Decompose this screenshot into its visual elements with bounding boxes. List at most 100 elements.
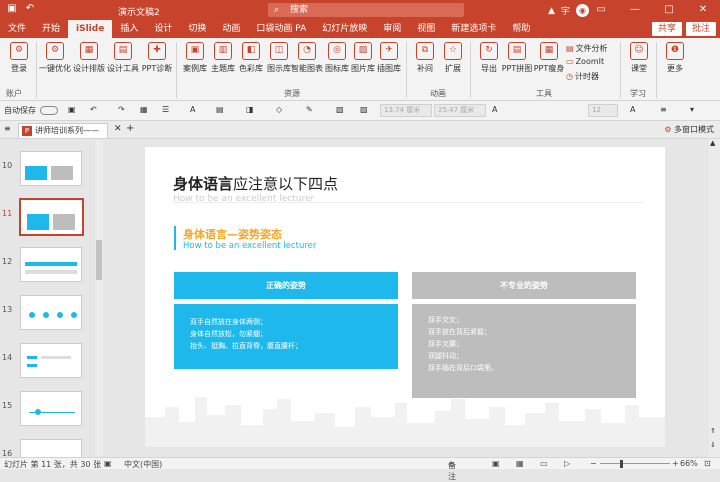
ribbon-display-icon[interactable]: ▭ bbox=[584, 0, 618, 20]
dropdown-icon[interactable]: ▾ bbox=[690, 105, 694, 114]
ribbon-btn-more[interactable]: ❶ 更多 bbox=[658, 42, 692, 74]
reading-view-icon[interactable]: ▭ bbox=[540, 459, 548, 468]
tab-home[interactable]: 开始 bbox=[34, 20, 68, 38]
layout-icon[interactable]: ▦ bbox=[140, 105, 148, 114]
normal-view-icon[interactable]: ▣ bbox=[492, 459, 500, 468]
language[interactable]: 中文(中国) bbox=[124, 459, 162, 470]
slide-title[interactable]: 身体语言应注意以下四点 bbox=[173, 173, 338, 194]
tab-new[interactable]: 新建选项卡 bbox=[443, 20, 504, 38]
zoom-level[interactable]: 66% bbox=[680, 459, 698, 468]
notes-label: 备注 bbox=[448, 461, 456, 481]
pen-icon[interactable]: ✎ bbox=[306, 105, 313, 114]
zoom-out-icon[interactable]: − bbox=[590, 459, 597, 468]
tab-file[interactable]: 文件 bbox=[0, 20, 34, 38]
ribbon-btn-slim[interactable]: ▦ PPT瘦身 bbox=[532, 42, 566, 74]
file-analysis-button[interactable]: ▤ 文件分析 bbox=[566, 43, 608, 54]
file-analysis-label: 文件分析 bbox=[575, 44, 608, 53]
section-subtitle[interactable]: How to be an excellent lecturer bbox=[183, 241, 316, 251]
scroll-thumb[interactable] bbox=[96, 240, 102, 280]
thumbnail-item[interactable]: 13 bbox=[0, 293, 104, 339]
ribbon-btn-layout[interactable]: ▦ 设计排版 bbox=[72, 42, 106, 74]
text-icon[interactable]: A bbox=[190, 105, 195, 114]
login-button[interactable]: ⚙ 登录 bbox=[2, 42, 36, 74]
align-icon[interactable]: ☰ bbox=[162, 105, 169, 114]
share-button[interactable]: 共享 bbox=[651, 22, 682, 36]
group-separator bbox=[620, 42, 621, 98]
zoomit-button[interactable]: ▭ ZoomIt bbox=[566, 57, 604, 66]
section-title[interactable]: 身体语言—姿势姿态 bbox=[183, 226, 282, 242]
ribbon-btn-design-tools[interactable]: ▤ 设计工具 bbox=[106, 42, 140, 74]
new-tab-icon[interactable]: + bbox=[126, 123, 134, 134]
scroll-up-icon[interactable]: ▲ bbox=[710, 139, 715, 147]
ribbon-btn-smart-chart[interactable]: ◔ 智能图表 bbox=[290, 42, 324, 74]
search-box[interactable]: ⌕ 搜索 bbox=[268, 3, 464, 17]
fill-icon[interactable]: ▧ bbox=[336, 105, 344, 114]
thumbnail-item[interactable]: 15 bbox=[0, 389, 104, 435]
timer-button[interactable]: ◷ 计时器 bbox=[566, 71, 599, 82]
good-line: 双手自然放在身体两侧； bbox=[190, 318, 267, 326]
close-tab-icon[interactable]: ✕ bbox=[114, 124, 122, 134]
slideshow-icon[interactable]: ▷ bbox=[564, 459, 570, 468]
thumbnail-item[interactable]: 16 bbox=[0, 437, 104, 457]
ribbon-btn-puzzle[interactable]: ▤ PPT拼图 bbox=[500, 42, 534, 74]
document-tab[interactable]: P 讲师培训系列—— bbox=[18, 123, 108, 138]
ribbon-btn-optimize[interactable]: ⚙ 一键优化 bbox=[38, 42, 72, 74]
undo-icon[interactable]: ↶ bbox=[24, 3, 36, 15]
zoom-slider[interactable] bbox=[600, 463, 670, 464]
font-icon[interactable]: A bbox=[492, 105, 497, 114]
maximize-button[interactable]: □ bbox=[652, 0, 686, 20]
comment-button[interactable]: 批注 bbox=[685, 22, 716, 36]
thumbnail-item[interactable]: 10 bbox=[0, 149, 104, 195]
save-icon[interactable]: ▣ bbox=[6, 3, 18, 15]
ribbon-label: 智能图表 bbox=[291, 64, 323, 73]
zoom-in-icon[interactable]: + bbox=[672, 459, 679, 468]
sorter-view-icon[interactable]: ▦ bbox=[516, 459, 524, 468]
tab-insert[interactable]: 插入 bbox=[112, 20, 146, 38]
bold-icon[interactable]: A bbox=[630, 105, 635, 114]
thumbnail-item[interactable]: 12 bbox=[0, 245, 104, 291]
line-icon[interactable]: ◇ bbox=[276, 105, 282, 114]
redo-icon[interactable]: ↷ bbox=[118, 105, 125, 114]
menu-icon[interactable]: ≡ bbox=[4, 124, 11, 133]
bad-posture-header[interactable]: 不专业的姿势 bbox=[412, 272, 636, 299]
height-field[interactable]: 25.47 厘米 bbox=[434, 104, 486, 117]
page-up-icon[interactable]: ⇑ bbox=[710, 427, 716, 435]
align-right-icon[interactable]: ≡ bbox=[660, 105, 667, 114]
size-field[interactable]: 12 bbox=[588, 104, 618, 117]
accessibility-icon[interactable]: ▣ bbox=[104, 459, 112, 468]
zoom-thumb[interactable] bbox=[620, 460, 623, 468]
border-icon[interactable]: ▨ bbox=[360, 105, 368, 114]
ribbon-btn-diagnose[interactable]: ✚ PPT诊断 bbox=[140, 42, 174, 74]
tab-islide[interactable]: iSlide bbox=[68, 20, 113, 38]
thumbnail-item[interactable]: 14 bbox=[0, 341, 104, 387]
tab-help[interactable]: 帮助 bbox=[504, 20, 538, 38]
ribbon-btn-illustrations[interactable]: ✈ 插图库 bbox=[372, 42, 406, 74]
tab-view[interactable]: 视图 bbox=[409, 20, 443, 38]
user-area[interactable]: ▲ 宇 ◉ bbox=[548, 4, 589, 17]
minimize-button[interactable]: — bbox=[618, 0, 652, 20]
grid-icon[interactable]: ▤ bbox=[216, 105, 224, 114]
autosave-toggle[interactable] bbox=[40, 106, 58, 115]
ribbon-btn-classroom[interactable]: ☺ 课堂 bbox=[622, 42, 656, 74]
fit-icon[interactable]: ⊡ bbox=[704, 459, 711, 468]
save-icon[interactable]: ▣ bbox=[68, 105, 76, 114]
page-down-icon[interactable]: ⇓ bbox=[710, 441, 716, 449]
slide[interactable]: 身体语言应注意以下四点 How to be an excellent lectu… bbox=[145, 147, 665, 447]
good-posture-box[interactable]: 双手自然放在身体两侧； 身体自然放松，勿紧绷； 抬头、挺胸、拉直背脊，腹直腰杆； bbox=[174, 304, 398, 369]
tab-transitions[interactable]: 切换 bbox=[180, 20, 214, 38]
window-mode[interactable]: ⚙ 多窗口模式 bbox=[664, 124, 714, 135]
canvas-scrollbar[interactable]: ▲ ⇑ ⇓ bbox=[709, 139, 720, 457]
tab-pocket-animation[interactable]: 口袋动画 PA bbox=[248, 20, 314, 38]
ribbon-btn-extend[interactable]: ☆ 扩展 bbox=[436, 42, 470, 74]
tab-animations[interactable]: 动画 bbox=[214, 20, 248, 38]
thumbnail-scrollbar[interactable] bbox=[95, 140, 103, 456]
tab-design[interactable]: 设计 bbox=[146, 20, 180, 38]
close-button[interactable]: ✕ bbox=[686, 0, 720, 20]
thumbnail-item-selected[interactable]: 11 bbox=[0, 197, 104, 243]
width-field[interactable]: 13.74 厘米 bbox=[380, 104, 432, 117]
undo-icon[interactable]: ↶ bbox=[90, 105, 97, 114]
good-posture-header[interactable]: 正确的姿势 bbox=[174, 272, 398, 299]
shape-icon[interactable]: ◨ bbox=[246, 105, 254, 114]
tab-slideshow[interactable]: 幻灯片放映 bbox=[314, 20, 375, 38]
tab-review[interactable]: 审阅 bbox=[375, 20, 409, 38]
